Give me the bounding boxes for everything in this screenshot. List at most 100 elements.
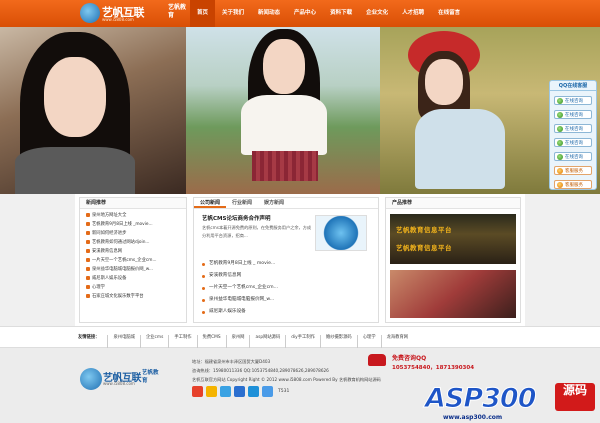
friend-link[interactable]: 心理学 <box>356 335 381 349</box>
friend-link[interactable]: 免费CMS <box>196 335 226 349</box>
phone-number: 1053754840，1871390304 <box>392 365 475 371</box>
more-share-icon[interactable] <box>262 386 273 397</box>
logo-globe-icon <box>80 368 102 390</box>
qq-chat-button-1[interactable]: 在线咨询 <box>554 96 592 105</box>
qq-chat-button-4[interactable]: 在线咨询 <box>554 138 592 147</box>
list-item[interactable]: 威尼斯人娱乐设备 <box>202 306 372 318</box>
footer-logo[interactable]: 艺帆互联 www.i5808.com 艺帆教育 <box>80 368 159 393</box>
list-item[interactable]: 威尼斯人娱乐设备 <box>86 274 186 283</box>
news-tabs-box: 公司新闻 行业新闻 娱方新闻 艺帆CMS论坛商务合作声明 艺帆cms本着开源免费… <box>193 197 379 323</box>
friend-link[interactable]: 企业cms <box>139 335 168 349</box>
qq-icon <box>557 154 563 160</box>
nav-item-jobs[interactable]: 人才招聘 <box>395 0 431 27</box>
feature-news-image[interactable] <box>315 215 367 251</box>
product-banner-line-2: 艺帆教育信息平台 <box>396 244 452 252</box>
bullet-icon <box>86 294 90 298</box>
hero-banner[interactable] <box>0 27 600 194</box>
product-image-2[interactable] <box>390 270 516 318</box>
product-recommend-box: 产品推荐 艺帆教育信息平台 艺帆教育信息平台 <box>385 197 521 323</box>
list-item[interactable]: 泉州益华电脑城电脑报价网_w... <box>86 265 186 274</box>
feature-news-title[interactable]: 艺帆CMS论坛商务合作声明 <box>202 214 270 222</box>
bullet-icon <box>86 258 90 262</box>
qq-icon <box>557 126 563 132</box>
banner-photo-1 <box>0 27 186 194</box>
bullet-icon <box>86 249 90 253</box>
friend-link[interactable]: 婚纱摄影源码 <box>319 335 357 349</box>
renren-icon[interactable] <box>234 386 245 397</box>
watermark-main: ASP300 <box>425 383 537 415</box>
qq-chat-button-3[interactable]: 在线咨询 <box>554 124 592 133</box>
nav-item-downloads[interactable]: 资料下载 <box>323 0 359 27</box>
bullet-icon <box>86 267 90 271</box>
watermark-sub: 源码 <box>555 383 595 411</box>
bullet-icon <box>202 299 205 302</box>
logo-globe-icon <box>80 3 100 23</box>
nav-item-news[interactable]: 新闻动态 <box>251 0 287 27</box>
friend-link[interactable]: diy手工制作 <box>285 335 320 349</box>
bullet-icon <box>202 311 205 314</box>
product-box-title: 产品推荐 <box>386 198 520 209</box>
tencent-weibo-icon[interactable] <box>220 386 231 397</box>
tab-industry-news[interactable]: 行业新闻 <box>226 198 258 208</box>
footer-address: 地址：福建省泉州市丰泽区国贸大厦D403 <box>192 359 271 364</box>
nav-item-products[interactable]: 产品中心 <box>287 0 323 27</box>
qq-chat-button-5[interactable]: 在线咨询 <box>554 152 592 161</box>
qq-service-button-1[interactable]: 客服服务 <box>554 166 592 175</box>
list-item[interactable]: 新同如何经济进步 <box>86 229 186 238</box>
qzone-icon[interactable] <box>206 386 217 397</box>
list-item[interactable]: 艺帆教育如何通过网站djoin... <box>86 238 186 247</box>
bullet-icon <box>202 275 205 278</box>
product-image-1[interactable]: 艺帆教育信息平台 艺帆教育信息平台 <box>390 214 516 264</box>
list-item[interactable]: 安溪教育信息网 <box>202 270 372 282</box>
asp300-watermark: ASP300 源码 www.asp300.com <box>425 378 600 423</box>
qq-icon <box>557 112 563 118</box>
qq-icon <box>557 168 563 174</box>
list-item[interactable]: 心理学 <box>86 283 186 292</box>
news-tabs: 公司新闻 行业新闻 娱方新闻 <box>194 198 378 209</box>
logo-url: www.i5808.com <box>102 17 134 22</box>
footer-contact: 咨询热线：15980011336 QQ:1053754840,289078626… <box>192 368 329 373</box>
tab-other-news[interactable]: 娱方新闻 <box>258 198 290 208</box>
nav-item-message[interactable]: 在线留言 <box>431 0 467 27</box>
friend-links-label: 友情链接： <box>78 335 100 340</box>
friend-link[interactable]: asp网站源码 <box>249 335 285 349</box>
site-logo[interactable]: 艺帆互联 www.i5808.com 艺帆教育 <box>80 2 190 25</box>
kaixin-icon[interactable] <box>248 386 259 397</box>
bullet-icon <box>202 287 205 290</box>
qq-chat-button-2[interactable]: 在线咨询 <box>554 110 592 119</box>
qq-service-panel: QQ在线客服 在线咨询 在线咨询 在线咨询 在线咨询 在线咨询 客服服务 客服服… <box>549 80 597 190</box>
list-item[interactable]: 泉州益华电脑城电脑报价网_w... <box>202 294 372 306</box>
qq-icon <box>557 182 563 188</box>
news-recommend-box: 新闻推荐 泉州地方网址大全 艺帆教育9月8日上线 _movie... 新同如何经… <box>79 197 187 323</box>
product-banner-line-1: 艺帆教育信息平台 <box>396 226 452 234</box>
phone-label: 免费咨询QQ <box>392 355 427 362</box>
friend-link[interactable]: 泉州网 <box>225 335 250 349</box>
nav-item-home[interactable]: 首页 <box>190 0 216 27</box>
tab-company-news[interactable]: 公司新闻 <box>194 198 227 208</box>
qq-service-button-2[interactable]: 客服服务 <box>554 180 592 189</box>
nav-item-culture[interactable]: 企业文化 <box>359 0 395 27</box>
friend-link[interactable]: 泉州电脑城 <box>107 335 139 349</box>
weibo-icon[interactable] <box>192 386 203 397</box>
list-item[interactable]: 石家庄城文化娱乐数字平台 <box>86 292 186 301</box>
friend-link[interactable]: 龙海教育网 <box>380 335 413 349</box>
list-item[interactable]: 艺帆教育9月8日上线 _movie... <box>86 220 186 229</box>
bullet-icon <box>86 231 90 235</box>
watermark-url: www.asp300.com <box>443 414 503 421</box>
qq-icon <box>557 98 563 104</box>
site-header: 艺帆互联 www.i5808.com 艺帆教育 首页 关于我们 新闻动态 产品中… <box>0 0 600 27</box>
feature-news-desc: 艺帆cms本着开源免费的原则，在免费服务用户之余，方成分利用平台资源，招商... <box>202 225 312 238</box>
list-item[interactable]: 泉州地方网址大全 <box>86 211 186 220</box>
logo-side-text: 艺帆教育 <box>168 4 187 19</box>
bullet-icon <box>86 276 90 280</box>
nav-item-about[interactable]: 关于我们 <box>215 0 251 27</box>
tab-news-list: 艺帆教育9月8日上线 _ movie... 安溪教育信息网 一片天空一个艺帆cm… <box>202 258 372 318</box>
list-item[interactable]: 一片天空一个艺帆cms_企业cm... <box>202 282 372 294</box>
phone-icon <box>368 354 386 366</box>
bullet-icon <box>86 213 90 217</box>
list-item[interactable]: 安溪教育信息网 <box>86 247 186 256</box>
list-item[interactable]: 一片天空一个艺帆cms_企业cm... <box>86 256 186 265</box>
friend-link[interactable]: 手工制作 <box>168 335 196 349</box>
list-item[interactable]: 艺帆教育9月8日上线 _ movie... <box>202 258 372 270</box>
main-nav: 首页 关于我们 新闻动态 产品中心 资料下载 企业文化 人才招聘 在线留言 <box>190 0 467 27</box>
